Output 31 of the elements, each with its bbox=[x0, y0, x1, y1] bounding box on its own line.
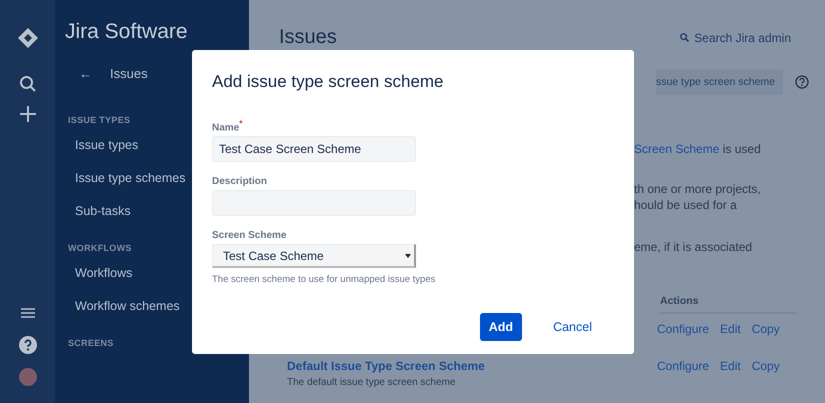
page-title: Issues bbox=[279, 26, 337, 49]
field-label: Name$^{*}$ bbox=[212, 118, 244, 134]
select-field[interactable]: Test Case Scheme bbox=[212, 244, 416, 268]
cancel-button[interactable]: Cancel bbox=[544, 313, 601, 342]
field-label: Screen Scheme bbox=[212, 230, 288, 242]
description-text: hould be used for a bbox=[634, 197, 738, 213]
logo-icon[interactable] bbox=[16, 26, 40, 50]
sidebar-item[interactable]: Workflow schemes bbox=[65, 299, 180, 332]
column-header: Actions bbox=[660, 295, 797, 314]
sidebar-item[interactable]: Workflows bbox=[65, 266, 132, 299]
scheme-description: The default issue type screen scheme bbox=[287, 377, 456, 388]
section-heading: WORKFLOWS bbox=[68, 243, 132, 253]
description-text: Screen Scheme is used bbox=[634, 141, 762, 157]
sidebar-item[interactable]: Sub-tasks bbox=[65, 204, 131, 237]
sidebar-item[interactable]: Issue types bbox=[65, 138, 138, 171]
help-text: The screen scheme to use for unmapped issue types bbox=[212, 274, 436, 286]
search-icon bbox=[680, 33, 690, 42]
description-text: th one or more projects, bbox=[634, 181, 762, 197]
dialog-title: Add issue type screen scheme bbox=[212, 72, 445, 92]
help-icon[interactable] bbox=[795, 75, 809, 89]
field-label: Description bbox=[212, 176, 268, 188]
section-heading: ISSUE TYPES bbox=[68, 115, 130, 125]
caret-icon bbox=[405, 254, 411, 258]
search-link[interactable]: Search Jira admin bbox=[680, 30, 791, 44]
description-text: eme, if it is associated bbox=[634, 239, 754, 255]
product-name: Jira Software bbox=[65, 20, 188, 44]
section-heading: SCREENS bbox=[68, 338, 114, 348]
sidebar-item[interactable]: Issue type schemes bbox=[65, 171, 186, 204]
back-link[interactable]: ← Issues bbox=[65, 66, 148, 81]
add-button[interactable]: Add bbox=[480, 313, 522, 342]
text-field[interactable]: Test Case Screen Scheme bbox=[212, 136, 416, 162]
